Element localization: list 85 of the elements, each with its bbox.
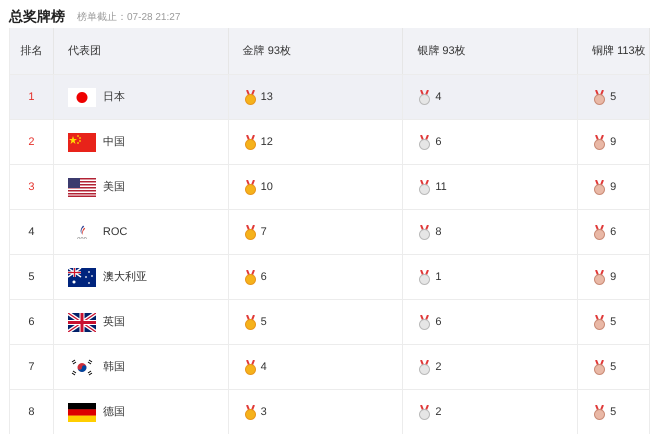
medal-icon <box>594 404 606 420</box>
medal-icon <box>419 180 430 194</box>
medal-count: 5 <box>610 404 616 420</box>
medal-icon <box>419 360 430 374</box>
rank: 8 <box>28 404 35 420</box>
medal-icon <box>244 360 256 374</box>
column-header: 代表团 <box>68 44 101 59</box>
table-row[interactable]: 6 英国 5 6 5 <box>10 299 650 344</box>
medal-count: 10 <box>260 180 273 195</box>
rank: 6 <box>28 314 35 330</box>
team-name: 美国 <box>102 180 125 195</box>
medal-count: 1 <box>435 270 442 285</box>
column-header: 银牌 93枚 <box>417 44 466 59</box>
medal-icon <box>594 134 606 150</box>
flag-union-jack-stars-icon <box>68 268 96 286</box>
team-name: 中国 <box>102 134 125 150</box>
rank: 2 <box>28 134 35 150</box>
medal-icon <box>244 314 256 330</box>
team-name: 英国 <box>102 314 125 330</box>
column-header: 金牌 93枚 <box>242 44 291 59</box>
flag-stars-icon <box>68 132 96 152</box>
medal-icon <box>244 404 256 420</box>
medal-count: 5 <box>260 314 267 330</box>
medal-count: 5 <box>610 314 616 330</box>
medal-count: 4 <box>435 90 442 105</box>
update-time: 榜单截止：07-28 21:27 <box>77 13 180 23</box>
column-header: 排名 <box>20 44 42 59</box>
page-title: 总奖牌榜 <box>9 9 65 23</box>
medal-icon <box>419 270 430 284</box>
medal-icon <box>594 90 606 104</box>
medal-count: 6 <box>610 224 616 240</box>
team-name: 澳大利亚 <box>102 270 147 285</box>
torch-emblem-icon <box>76 225 87 239</box>
rank: 5 <box>28 270 35 285</box>
medal-icon <box>244 134 256 150</box>
flag-stars-stripes-icon <box>68 178 96 196</box>
medal-count: 5 <box>610 90 616 105</box>
medal-icon <box>594 270 606 284</box>
medal-count: 2 <box>435 360 442 375</box>
table-row[interactable]: 4 ROC 7 8 6 <box>10 209 650 254</box>
medal-icon <box>244 90 256 104</box>
column-header: 铜牌 113枚 <box>592 44 646 59</box>
flag-union-jack-icon <box>68 312 96 332</box>
table-row[interactable]: 7 韩国 4 2 5 <box>10 344 650 389</box>
medal-count: 9 <box>610 180 616 195</box>
medal-icon <box>594 360 606 374</box>
medal-icon <box>594 224 606 240</box>
medal-count: 6 <box>435 314 442 330</box>
medal-icon <box>419 134 430 150</box>
team-name: 日本 <box>102 90 125 105</box>
medal-count: 7 <box>260 224 267 240</box>
table-row[interactable]: 2 中国 12 6 9 <box>10 119 650 164</box>
team-name: ROC <box>102 224 128 240</box>
medal-count: 11 <box>435 180 447 195</box>
medal-count: 3 <box>260 404 267 420</box>
team-name: 韩国 <box>102 360 125 375</box>
team-name: 德国 <box>102 404 125 420</box>
medal-icon <box>244 270 256 284</box>
medal-count: 9 <box>610 134 616 150</box>
medal-count: 12 <box>260 134 273 150</box>
rank: 4 <box>28 224 35 240</box>
table-row[interactable]: 5 澳大利亚 6 1 9 <box>10 254 650 299</box>
rank: 1 <box>28 90 35 105</box>
medal-count: 4 <box>260 360 267 375</box>
table-row[interactable]: 8 德国 3 2 5 <box>10 389 650 434</box>
medal-count: 9 <box>610 270 616 285</box>
medal-count: 6 <box>435 134 442 150</box>
medal-icon <box>419 224 430 240</box>
table-row[interactable]: 3 美国 10 11 9 <box>10 164 650 209</box>
flag-tricolor-icon <box>68 402 96 422</box>
rank: 3 <box>28 180 35 195</box>
medal-count: 5 <box>610 360 616 375</box>
medal-count: 13 <box>260 90 273 105</box>
medal-icon <box>594 314 606 330</box>
rank: 7 <box>28 360 35 375</box>
medal-count: 2 <box>435 404 442 420</box>
medal-icon <box>419 90 430 104</box>
table-row[interactable]: 1 日本 13 4 5 <box>10 74 650 119</box>
medal-icon <box>594 180 606 194</box>
medal-icon <box>419 404 430 420</box>
medal-icon <box>244 224 256 240</box>
medal-count: 6 <box>260 270 267 285</box>
medal-icon <box>419 314 430 330</box>
medal-icon <box>244 180 256 194</box>
medal-count: 8 <box>435 224 442 240</box>
